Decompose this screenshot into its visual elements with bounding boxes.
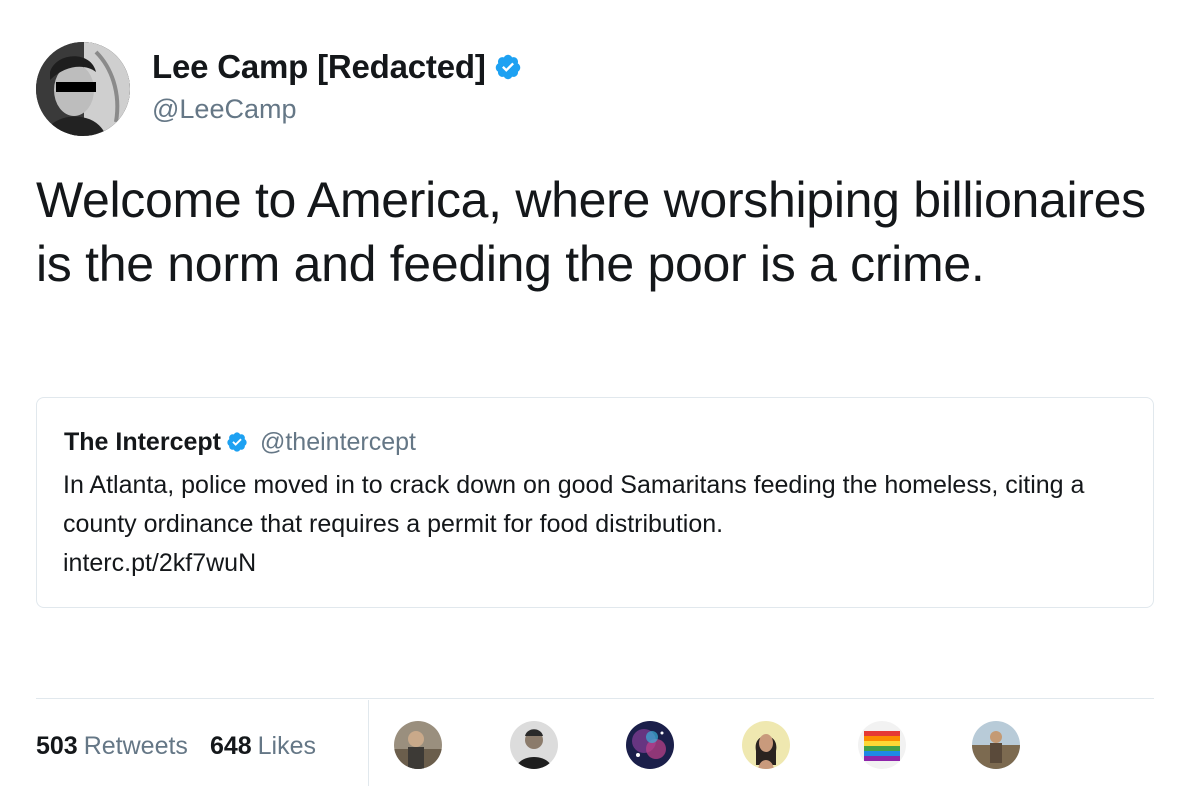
retweets-count: 503	[36, 731, 78, 760]
stats-divider	[36, 698, 1154, 699]
author-avatar[interactable]	[36, 42, 130, 136]
quoted-tweet-card[interactable]: The Intercept @theintercept In Atlanta, …	[36, 397, 1154, 608]
quoted-verified-badge-icon	[227, 432, 247, 452]
tweet-text: Welcome to America, where worshiping bil…	[36, 172, 1146, 292]
liker-avatar-3-icon	[626, 721, 674, 769]
liker-avatar-4-icon	[742, 721, 790, 769]
quoted-display-name: The Intercept	[64, 427, 221, 456]
likes-stat[interactable]: 648 Likes	[210, 732, 316, 761]
likes-label: Likes	[257, 731, 317, 760]
quoted-tweet-body: In Atlanta, police moved in to crack dow…	[63, 466, 1143, 583]
retweets-stat[interactable]: 503 Retweets	[36, 732, 188, 761]
liker-avatar-2[interactable]	[510, 721, 558, 769]
author-display-name[interactable]: Lee Camp [Redacted]	[152, 48, 486, 86]
liker-avatar-4[interactable]	[742, 721, 790, 769]
quoted-tweet-header: The Intercept @theintercept	[64, 426, 416, 458]
verified-badge-icon	[495, 54, 520, 80]
liker-avatar-1-icon	[394, 721, 442, 769]
liker-avatar-3[interactable]	[626, 721, 674, 769]
retweets-label: Retweets	[83, 731, 188, 760]
likes-count: 648	[209, 731, 252, 760]
liker-avatar-5-icon	[858, 721, 906, 769]
liker-avatar-2-icon	[510, 721, 558, 769]
liker-avatar-1[interactable]	[394, 721, 442, 769]
quoted-tweet-text: In Atlanta, police moved in to crack dow…	[63, 471, 1085, 538]
liker-avatar-6[interactable]	[972, 721, 1020, 769]
author-handle[interactable]: @LeeCamp	[152, 94, 296, 125]
liker-avatar-6-icon	[972, 721, 1020, 769]
stats-separator	[368, 700, 369, 786]
quoted-handle: @theintercept	[259, 427, 417, 456]
author-avatar-icon	[36, 42, 130, 136]
liker-avatar-5[interactable]	[858, 721, 906, 769]
quoted-tweet-link[interactable]: interc.pt/2kf7wuN	[63, 544, 1143, 583]
author-name-row: Lee Camp [Redacted]	[152, 46, 522, 88]
tweet-stats: 503 Retweets 648 Likes	[36, 726, 316, 766]
